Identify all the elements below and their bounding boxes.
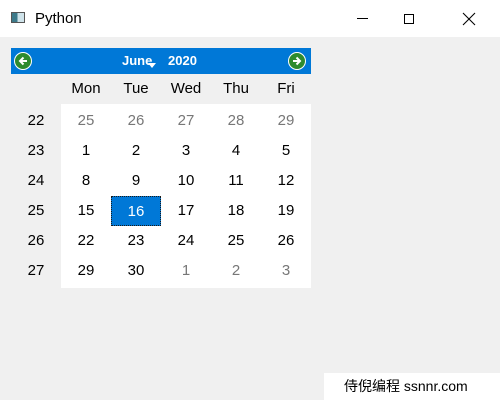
date-cell[interactable]: 4	[211, 136, 261, 166]
date-cell[interactable]: 22	[61, 226, 111, 256]
date-cell[interactable]: 9	[111, 166, 161, 196]
day-header-fri: Fri	[277, 80, 295, 97]
date-cell[interactable]: 18	[211, 196, 261, 226]
close-icon	[462, 12, 476, 25]
date-cell[interactable]: 24	[161, 226, 211, 256]
date-cell[interactable]: 25	[61, 106, 111, 136]
week-number: 24	[27, 172, 45, 189]
date-cell[interactable]: 3	[161, 136, 211, 166]
week-number: 22	[27, 112, 45, 129]
next-month-icon[interactable]	[288, 52, 306, 70]
date-cell[interactable]: 10	[161, 166, 211, 196]
date-cell[interactable]: 28	[211, 106, 261, 136]
date-cell[interactable]: 17	[161, 196, 211, 226]
date-cell[interactable]: 26	[111, 106, 161, 136]
date-cell[interactable]: 12	[261, 166, 311, 196]
previous-month-icon[interactable]	[14, 52, 32, 70]
day-header-wed: Wed	[170, 80, 202, 97]
date-cell[interactable]: 1	[161, 256, 211, 286]
date-cell[interactable]: 2	[211, 256, 261, 286]
month-dropdown-icon[interactable]	[148, 63, 156, 69]
date-cell[interactable]: 8	[61, 166, 111, 196]
date-cell[interactable]: 15	[61, 196, 111, 226]
calendar-widget: June 2020 Mon Tue Wed Thu Fri 22 23 24 2…	[11, 48, 311, 288]
maximize-icon	[404, 13, 414, 24]
minimize-button[interactable]	[339, 0, 385, 37]
week-number: 26	[27, 232, 45, 249]
date-cell[interactable]: 29	[261, 106, 311, 136]
date-cell[interactable]: 30	[111, 256, 161, 286]
date-cell[interactable]: 11	[211, 166, 261, 196]
watermark-text: 侍倪编程 ssnnr.com	[344, 378, 468, 394]
calendar-navigation-bar: June 2020	[11, 48, 311, 74]
date-cell[interactable]: 23	[111, 226, 161, 256]
date-cell[interactable]: 27	[161, 106, 211, 136]
title-bar: Python	[0, 0, 500, 37]
day-header-tue: Tue	[123, 80, 149, 97]
date-cell[interactable]: 5	[261, 136, 311, 166]
maximize-button[interactable]	[386, 0, 432, 37]
day-header-thu: Thu	[223, 80, 249, 97]
week-number: 25	[27, 202, 45, 219]
year-selector[interactable]: 2020	[168, 53, 197, 68]
week-number-column: 22 23 24 25 26 27	[11, 104, 61, 288]
window-app-icon	[11, 12, 25, 23]
week-number: 27	[27, 262, 45, 279]
date-cell[interactable]: 25	[211, 226, 261, 256]
date-grid: 25 26 27 28 29 1 2 3 4 5 8 9 10 11 12 15…	[61, 104, 311, 288]
date-cell[interactable]: 2	[111, 136, 161, 166]
watermark-banner: 侍倪编程 ssnnr.com	[324, 373, 500, 400]
date-cell[interactable]: 19	[261, 196, 311, 226]
minimize-icon	[356, 18, 368, 19]
day-header-row: Mon Tue Wed Thu Fri	[11, 74, 311, 104]
date-cell[interactable]: 1	[61, 136, 111, 166]
selected-date-cell[interactable]: 16	[111, 196, 161, 226]
close-button[interactable]	[446, 0, 492, 37]
day-header-mon: Mon	[71, 80, 101, 97]
date-cell[interactable]: 29	[61, 256, 111, 286]
date-cell[interactable]: 26	[261, 226, 311, 256]
window-title: Python	[35, 10, 82, 27]
week-number: 23	[27, 142, 45, 159]
date-cell[interactable]: 3	[261, 256, 311, 286]
